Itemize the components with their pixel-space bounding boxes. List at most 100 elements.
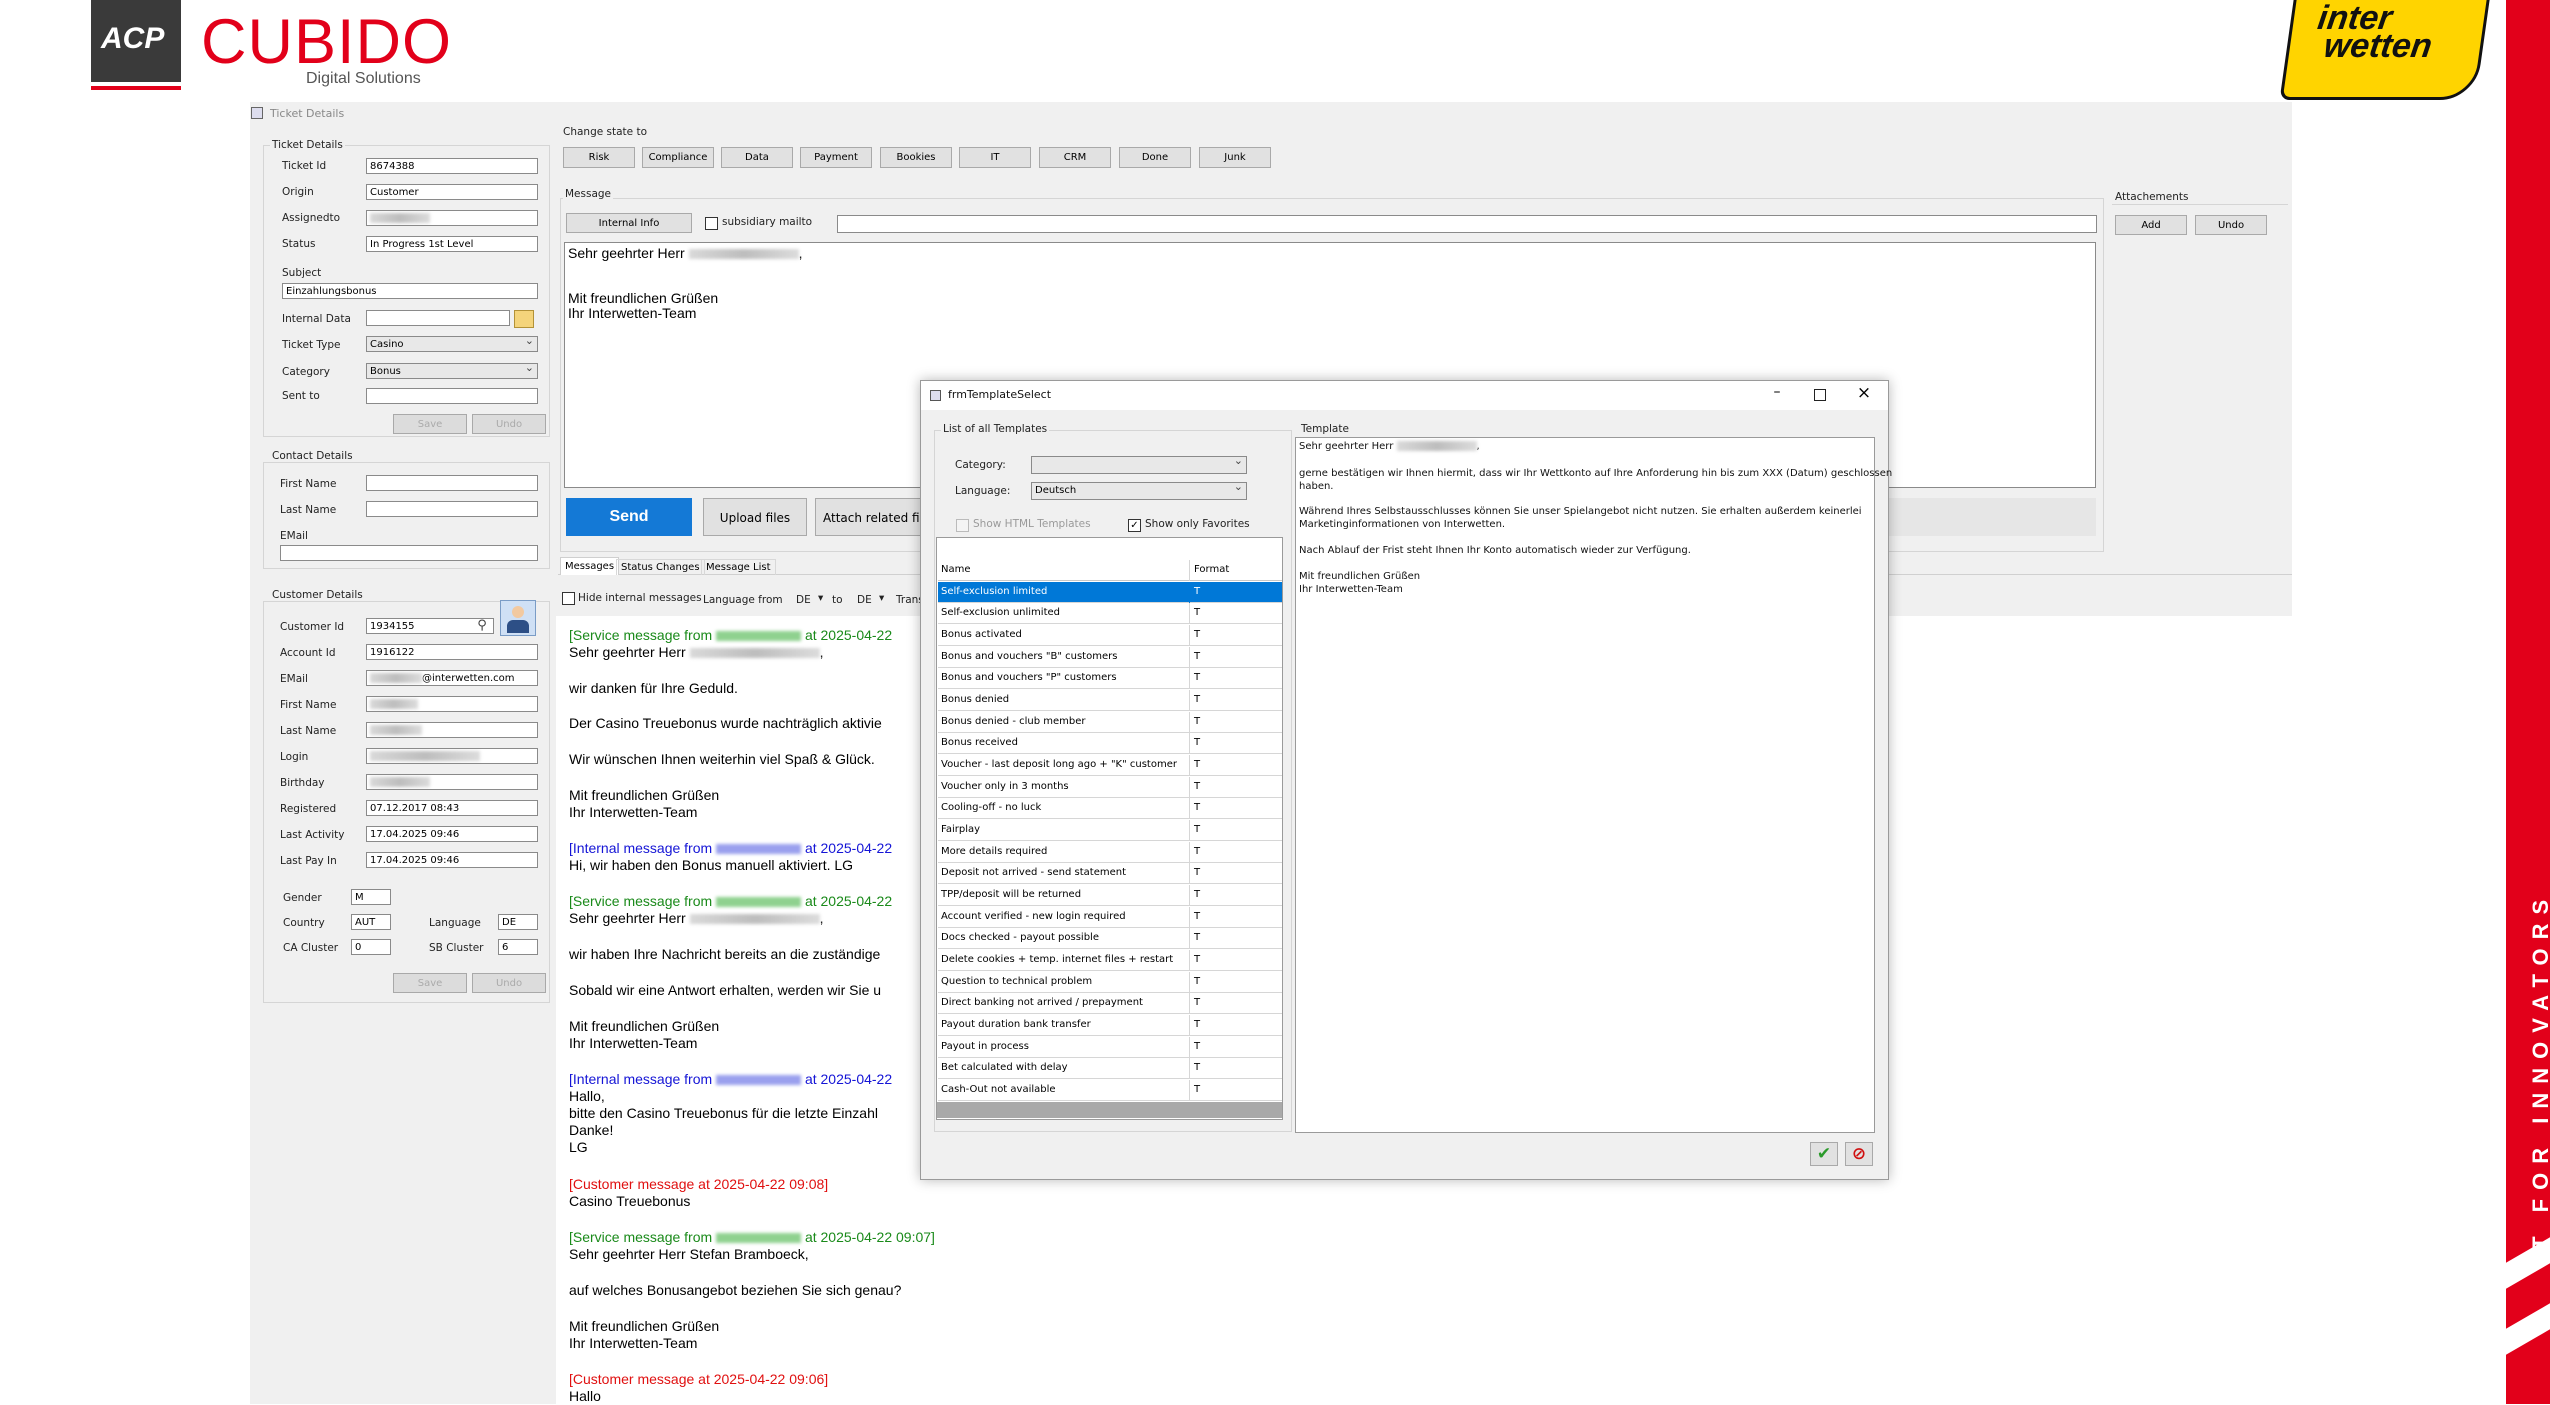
login-field[interactable] <box>366 748 538 764</box>
tab-message-list[interactable]: Message List <box>701 559 776 575</box>
category-select[interactable]: Bonus <box>366 363 538 379</box>
state-button-bookies[interactable]: Bookies <box>880 147 952 168</box>
column-name[interactable]: Name <box>941 564 971 575</box>
subsidiary-mail-field[interactable] <box>837 215 2097 233</box>
birthday-field[interactable] <box>366 774 538 790</box>
dialog-category-select[interactable] <box>1031 456 1247 474</box>
cancel-button[interactable]: ⊘ <box>1845 1142 1873 1166</box>
template-row[interactable]: Bonus denied T <box>938 690 1282 711</box>
contact-last-name-field[interactable] <box>366 501 538 517</box>
state-button-done[interactable]: Done <box>1119 147 1191 168</box>
registered-field[interactable]: 07.12.2017 08:43 <box>366 800 538 816</box>
account-id-field[interactable]: 1916122 <box>366 644 538 660</box>
template-row[interactable]: Payout duration bank transfer T <box>938 1015 1282 1036</box>
template-row[interactable]: TPP/deposit will be returned T <box>938 885 1282 906</box>
tab-status-changes[interactable]: Status Changes <box>616 559 705 575</box>
ticket-undo-button[interactable]: Undo <box>472 414 546 434</box>
attachments-add-button[interactable]: Add <box>2115 215 2187 235</box>
template-row[interactable]: Deposit not arrived - send statement T <box>938 863 1282 884</box>
template-row[interactable]: Bonus denied - club member T <box>938 712 1282 733</box>
template-preview[interactable] <box>1295 437 1875 1133</box>
origin-field[interactable]: Customer <box>366 184 538 200</box>
internal-data-field[interactable] <box>366 310 510 326</box>
state-button-it[interactable]: IT <box>959 147 1031 168</box>
language-to-dropdown-icon[interactable]: ▾ <box>879 592 884 604</box>
state-button-junk[interactable]: Junk <box>1199 147 1271 168</box>
send-button[interactable]: Send <box>566 498 692 536</box>
template-row[interactable]: Docs checked - payout possible T <box>938 928 1282 949</box>
ticket-save-button[interactable]: Save <box>393 414 467 434</box>
dialog-language-select[interactable]: Deutsch <box>1031 482 1247 500</box>
template-row[interactable]: Self-exclusion unlimited T <box>938 603 1282 624</box>
subsidiary-label: subsidiary mailto <box>722 216 813 228</box>
minimize-icon[interactable]: – <box>1770 384 1784 400</box>
state-button-risk[interactable]: Risk <box>563 147 635 168</box>
state-button-data[interactable]: Data <box>721 147 793 168</box>
customer-save-button[interactable]: Save <box>393 973 467 993</box>
subsidiary-checkbox[interactable] <box>705 217 718 230</box>
template-row[interactable]: Cash-Out not available T <box>938 1080 1282 1101</box>
editor-greeting: Sehr geehrter Herr <box>568 245 685 261</box>
dialog-titlebar[interactable] <box>921 381 1888 410</box>
show-html-checkbox[interactable] <box>956 519 969 532</box>
template-text-5: Marketinginformationen von Interwetten. <box>1299 519 1506 530</box>
template-row[interactable]: Direct banking not arrived / prepayment T <box>938 993 1282 1014</box>
template-row[interactable]: Bonus activated T <box>938 625 1282 646</box>
template-row[interactable]: Bonus and vouchers "P" customers T <box>938 668 1282 689</box>
template-row[interactable]: Fairplay T <box>938 820 1282 841</box>
ok-button[interactable]: ✔ <box>1810 1142 1838 1166</box>
template-row[interactable]: Voucher - last deposit long ago + "K" cu… <box>938 755 1282 776</box>
customer-first-name-field[interactable] <box>366 696 538 712</box>
contact-email-field[interactable] <box>280 545 538 561</box>
language-from-dropdown-icon[interactable]: ▾ <box>818 592 823 604</box>
language-to-select[interactable]: DE <box>857 594 872 606</box>
template-row[interactable]: More details required T <box>938 842 1282 863</box>
tab-messages[interactable]: Messages <box>560 557 620 575</box>
last-pay-in-field[interactable]: 17.04.2025 09:46 <box>366 852 538 868</box>
upload-files-button[interactable]: Upload files <box>703 498 807 536</box>
gender-field[interactable]: M <box>351 889 391 905</box>
close-icon[interactable]: × <box>1856 383 1872 403</box>
template-row[interactable]: Bonus received T <box>938 733 1282 754</box>
status-field[interactable]: In Progress 1st Level <box>366 236 538 252</box>
template-row[interactable]: Voucher only in 3 months T <box>938 777 1282 798</box>
language-from-select[interactable]: DE <box>796 594 811 606</box>
show-favorites-checkbox[interactable]: ✓ <box>1128 519 1141 532</box>
template-row[interactable]: Bet calculated with delay T <box>938 1058 1282 1079</box>
template-row[interactable]: Bonus and vouchers "B" customers T <box>938 647 1282 668</box>
history-line-2: Sehr geehrter Herr , <box>569 644 824 660</box>
ca-cluster-field[interactable]: 0 <box>351 939 391 955</box>
customer-undo-button[interactable]: Undo <box>472 973 546 993</box>
state-button-payment[interactable]: Payment <box>800 147 872 168</box>
assigned-field[interactable] <box>366 210 538 226</box>
ticket-id-field[interactable]: 8674388 <box>366 158 538 174</box>
state-button-crm[interactable]: CRM <box>1039 147 1111 168</box>
language-field[interactable]: DE <box>498 914 538 930</box>
template-row[interactable]: Self-exclusion limited T <box>938 582 1282 603</box>
sb-cluster-field[interactable]: 6 <box>498 939 538 955</box>
state-button-compliance[interactable]: Compliance <box>642 147 714 168</box>
subject-field[interactable]: Einzahlungsbonus <box>282 283 538 299</box>
subject-label: Subject <box>282 267 322 279</box>
template-row[interactable]: Question to technical problem T <box>938 972 1282 993</box>
customer-email-field[interactable]: @interwetten.com <box>366 670 538 686</box>
avatar-icon[interactable] <box>500 600 536 636</box>
template-text-7: Mit freundlichen Grüßen <box>1299 571 1421 582</box>
template-row[interactable]: Delete cookies + temp. internet files + … <box>938 950 1282 971</box>
sent-to-field[interactable] <box>366 388 538 404</box>
country-field[interactable]: AUT <box>351 914 391 930</box>
search-icon[interactable]: ⚲ <box>474 618 490 634</box>
template-row[interactable]: Cooling-off - no luck T <box>938 798 1282 819</box>
folder-browse-icon[interactable] <box>514 310 534 328</box>
ticket-type-select[interactable]: Casino <box>366 336 538 352</box>
column-format[interactable]: Format <box>1194 564 1229 575</box>
template-row[interactable]: Payout in process T <box>938 1037 1282 1058</box>
internal-info-button[interactable]: Internal Info <box>566 213 692 233</box>
contact-first-name-field[interactable] <box>366 475 538 491</box>
attachments-undo-button[interactable]: Undo <box>2195 215 2267 235</box>
maximize-icon[interactable] <box>1814 389 1826 401</box>
template-row[interactable]: Account verified - new login required T <box>938 907 1282 928</box>
hide-internal-checkbox[interactable] <box>562 592 575 605</box>
last-activity-field[interactable]: 17.04.2025 09:46 <box>366 826 538 842</box>
customer-last-name-field[interactable] <box>366 722 538 738</box>
